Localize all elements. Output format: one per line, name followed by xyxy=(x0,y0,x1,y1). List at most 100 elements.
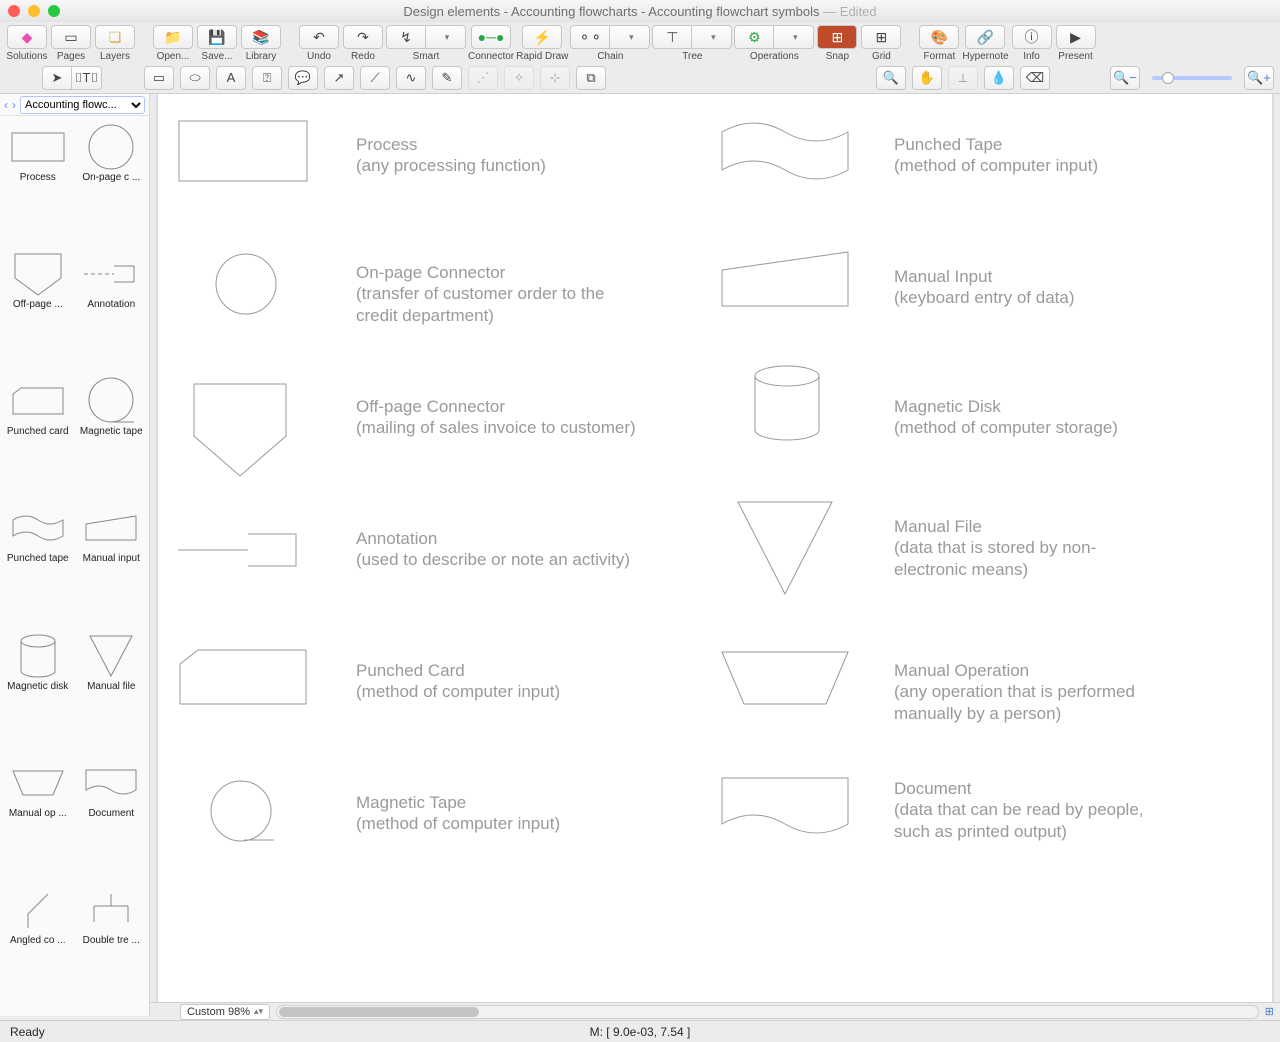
callout-tool-button[interactable]: 💬 xyxy=(288,66,318,90)
palette-angled-connector[interactable]: Angled co ... xyxy=(4,885,72,1010)
scrollbar-thumb[interactable] xyxy=(279,1007,479,1017)
chain-dd-button[interactable]: ▾ xyxy=(610,25,650,49)
zoom-slider[interactable] xyxy=(1152,76,1232,80)
text-tool-button[interactable]: A xyxy=(216,66,246,90)
undo-button[interactable]: ↶ xyxy=(299,25,339,49)
layers-label: Layers xyxy=(100,51,130,62)
shape-manual-input[interactable] xyxy=(720,250,850,308)
edit-connector-button[interactable]: ⊹ xyxy=(540,66,570,90)
rapiddraw-button[interactable]: ⚡ xyxy=(522,25,562,49)
guide-tool-button[interactable]: ⟂ xyxy=(948,66,978,90)
palette-magnetic-tape[interactable]: Magnetic tape xyxy=(78,376,146,501)
eraser-icon[interactable]: ⌫ xyxy=(1020,66,1050,90)
tree-dd-button[interactable]: ▾ xyxy=(692,25,732,49)
canvas-area[interactable]: Process(any processing function) On-page… xyxy=(150,94,1280,1016)
pages-panel-icon[interactable]: ⊞ xyxy=(1265,1005,1274,1018)
canvas[interactable]: Process(any processing function) On-page… xyxy=(158,94,1272,1008)
edit-points-button[interactable]: ⋰ xyxy=(468,66,498,90)
tree-label: Tree xyxy=(682,51,702,62)
palette-manual-file[interactable]: Manual file xyxy=(78,631,146,756)
statusbar: Ready M: [ 9.0e-03, 7.54 ] xyxy=(0,1020,1280,1042)
solutions-button[interactable]: ◆ xyxy=(7,25,47,49)
shape-offpage-connector[interactable] xyxy=(192,382,288,478)
palette-manual-operation[interactable]: Manual op ... xyxy=(4,758,72,883)
shape-magnetic-disk[interactable] xyxy=(752,364,822,442)
close-icon[interactable] xyxy=(8,5,20,17)
shape-onpage-connector[interactable] xyxy=(214,252,278,316)
hand-tool-button[interactable]: ✋ xyxy=(912,66,942,90)
palette-magnetic-disk[interactable]: Magnetic disk xyxy=(4,631,72,756)
zoom-out-button[interactable]: 🔍− xyxy=(1110,66,1140,90)
minimize-icon[interactable] xyxy=(28,5,40,17)
rect-tool-button[interactable]: ▭ xyxy=(144,66,174,90)
textbox-tool-button[interactable]: ⍰ xyxy=(252,66,282,90)
palette-offpage-connector[interactable]: Off-page ... xyxy=(4,249,72,374)
nav-fwd-icon[interactable]: › xyxy=(12,98,16,112)
shape-manual-operation[interactable] xyxy=(720,650,850,706)
snap-label: Snap xyxy=(826,51,849,62)
operations-dd-button[interactable]: ▾ xyxy=(774,25,814,49)
horizontal-scrollbar[interactable] xyxy=(276,1005,1259,1019)
shape-punched-card[interactable] xyxy=(178,648,308,706)
eyedropper-icon[interactable]: 💧 xyxy=(984,66,1014,90)
present-button[interactable]: ▶ xyxy=(1056,25,1096,49)
redo-button[interactable]: ↷ xyxy=(343,25,383,49)
zoom-slider-knob[interactable] xyxy=(1162,72,1174,84)
palette-annotation[interactable]: Annotation xyxy=(78,249,146,374)
pointer-tool-button[interactable]: ➤ xyxy=(42,66,72,90)
line-tool-button[interactable]: ↗ xyxy=(324,66,354,90)
shape-magnetic-tape[interactable] xyxy=(208,778,278,848)
smart-button[interactable]: ↯ xyxy=(386,25,426,49)
palette-onpage-connector[interactable]: On-page c ... xyxy=(78,122,146,247)
connector-button[interactable]: ●─● xyxy=(471,25,511,49)
shape-process[interactable] xyxy=(178,120,308,182)
nav-back-icon[interactable]: ‹ xyxy=(4,98,8,112)
grid-button[interactable]: ⊞ xyxy=(861,25,901,49)
palette-process[interactable]: Process xyxy=(4,122,72,247)
desc-magnetic-disk: Magnetic Disk(method of computer storage… xyxy=(894,396,1118,439)
title-label: Design elements - Accounting flowcharts … xyxy=(403,4,819,19)
desc-manual-file: Manual File(data that is stored by non-e… xyxy=(894,516,1164,580)
tree-button[interactable]: ⊤ xyxy=(652,25,692,49)
snap-button[interactable]: ⊞ xyxy=(817,25,857,49)
ellipse-tool-button[interactable]: ⬭ xyxy=(180,66,210,90)
library-button[interactable]: 📚 xyxy=(241,25,281,49)
smart-dd-button[interactable]: ▾ xyxy=(426,25,466,49)
desc-manual-operation: Manual Operation(any operation that is p… xyxy=(894,660,1164,724)
zoom-combo[interactable]: Custom 98%▴▾ xyxy=(180,1004,270,1020)
pen-tool-button[interactable]: ✎ xyxy=(432,66,462,90)
window-controls xyxy=(8,5,60,17)
palette-double-tree[interactable]: Double tre ... xyxy=(78,885,146,1010)
maximize-icon[interactable] xyxy=(48,5,60,17)
shape-manual-file[interactable] xyxy=(736,500,834,596)
shape-annotation[interactable] xyxy=(178,532,298,568)
shape-punched-tape[interactable] xyxy=(720,118,850,184)
palette-document[interactable]: Document xyxy=(78,758,146,883)
rapiddraw-label: Rapid Draw xyxy=(516,51,568,62)
arc-tool-button[interactable]: ⟋ xyxy=(360,66,390,90)
format-button[interactable]: 🎨 xyxy=(919,25,959,49)
edit-shape-button[interactable]: ✧ xyxy=(504,66,534,90)
layers-button[interactable]: ❏ xyxy=(95,25,135,49)
zoom-in-button[interactable]: 🔍+ xyxy=(1244,66,1274,90)
desc-document: Document(data that can be read by people… xyxy=(894,778,1164,842)
open-button[interactable]: 📁 xyxy=(153,25,193,49)
text-select-tool-button[interactable]: ⌷T⌷ xyxy=(72,66,102,90)
shape-palette: Process On-page c ... Off-page ... Annot… xyxy=(0,116,149,1016)
spline-tool-button[interactable]: ∿ xyxy=(396,66,426,90)
crop-tool-button[interactable]: ⧉ xyxy=(576,66,606,90)
operations-button[interactable]: ⚙ xyxy=(734,25,774,49)
palette-punched-tape[interactable]: Punched tape xyxy=(4,503,72,628)
library-select[interactable]: Accounting flowc... xyxy=(20,96,145,114)
hypernote-label: Hypernote xyxy=(962,51,1008,62)
palette-punched-card[interactable]: Punched card xyxy=(4,376,72,501)
desc-offpage-connector: Off-page Connector(mailing of sales invo… xyxy=(356,396,636,439)
info-button[interactable]: ⓘ xyxy=(1012,25,1052,49)
palette-manual-input[interactable]: Manual input xyxy=(78,503,146,628)
save-button[interactable]: 💾 xyxy=(197,25,237,49)
search-icon[interactable]: 🔍 xyxy=(876,66,906,90)
pages-button[interactable]: ▭ xyxy=(51,25,91,49)
shape-document[interactable] xyxy=(720,776,850,842)
chain-button[interactable]: ⚬⚬ xyxy=(570,25,610,49)
hypernote-button[interactable]: 🔗 xyxy=(965,25,1005,49)
